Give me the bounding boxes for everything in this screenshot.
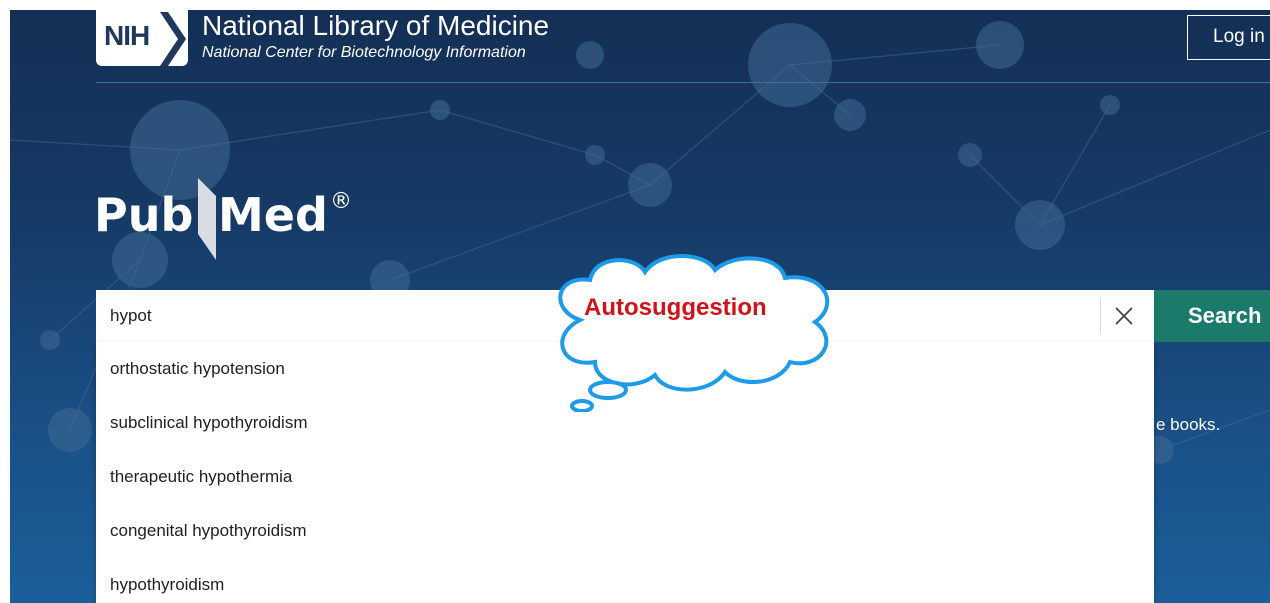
pubmed-logo-pub: Pub bbox=[94, 188, 193, 242]
autosuggest-item[interactable]: hypothyroidism bbox=[96, 558, 1154, 603]
book-icon bbox=[198, 178, 216, 260]
search-button[interactable]: Search bbox=[1154, 290, 1270, 342]
close-icon[interactable] bbox=[1110, 302, 1138, 330]
registered-mark: ® bbox=[330, 189, 352, 214]
clear-separator bbox=[1100, 299, 1101, 333]
nih-logo[interactable]: NIH bbox=[96, 10, 188, 66]
pubmed-logo-med: Med bbox=[218, 188, 328, 242]
annotation-label: Autosuggestion bbox=[584, 294, 767, 321]
login-button[interactable]: Log in bbox=[1187, 15, 1270, 60]
thought-cloud-annotation bbox=[558, 254, 830, 412]
pubmed-logo[interactable]: Pub Med ® bbox=[94, 168, 384, 264]
nih-chevron-icon bbox=[160, 12, 186, 66]
page-frame: NIH National Library of Medicine Nationa… bbox=[10, 10, 1270, 603]
autosuggest-item[interactable]: congenital hypothyroidism bbox=[96, 504, 1154, 558]
nlm-subtitle: National Center for Biotechnology Inform… bbox=[202, 44, 526, 61]
nlm-title: National Library of Medicine bbox=[202, 10, 550, 41]
nih-logo-text: NIH bbox=[104, 20, 150, 51]
header-divider bbox=[96, 82, 1270, 83]
background-partial-text: e books. bbox=[1156, 415, 1221, 434]
autosuggest-item[interactable]: therapeutic hypothermia bbox=[96, 450, 1154, 504]
